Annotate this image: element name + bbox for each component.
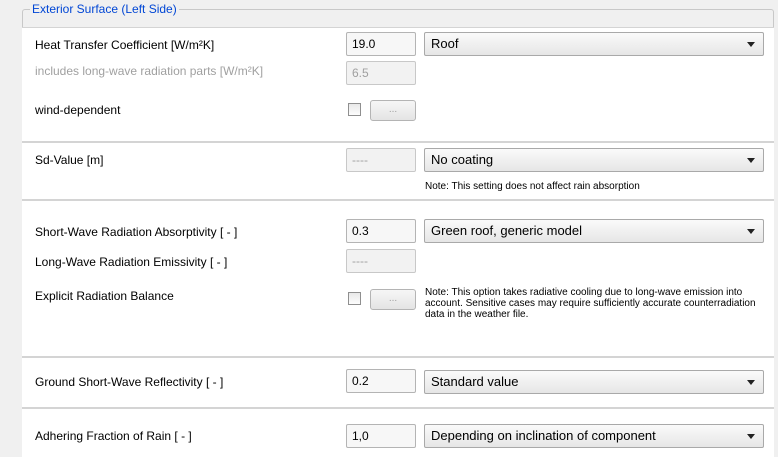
explicit-radiation-label: Explicit Radiation Balance [35,289,174,303]
adhering-rain-label: Adhering Fraction of Rain [ - ] [35,429,192,443]
wind-dependent-browse-button[interactable]: ... [370,100,416,121]
sd-value-note: Note: This setting does not affect rain … [425,181,640,192]
coating-preset-value: No coating [431,152,494,167]
heat-transfer-preset-dropdown[interactable]: Roof [424,32,764,56]
heat-transfer-value[interactable]: 19.0 [346,32,416,56]
heat-transfer-preset-value: Roof [431,36,459,51]
longwave-parts-value: 6.5 [346,61,416,85]
absorptivity-preset-dropdown[interactable]: Green roof, generic model [424,219,764,243]
longwave-parts-label: includes long-wave radiation parts [W/m²… [35,64,264,78]
explicit-radiation-browse-button[interactable]: ... [370,289,416,310]
wind-dependent-checkbox[interactable] [348,103,361,116]
rain-preset-dropdown[interactable]: Depending on inclination of component [424,424,764,448]
sd-value-label: Sd-Value [m] [35,153,104,167]
ground-reflectivity-value[interactable]: 0.2 [346,369,416,393]
rain-panel: Adhering Fraction of Rain [ - ] 1,0 Depe… [22,408,774,457]
radiation-panel: Short-Wave Radiation Absorptivity [ - ] … [22,200,774,357]
absorptivity-preset-value: Green roof, generic model [431,223,583,238]
heat-transfer-label: Heat Transfer Coefficient [W/m²K] [35,38,215,52]
reflectivity-preset-value: Standard value [431,374,519,389]
ground-reflectivity-label: Ground Short-Wave Reflectivity [ - ] [35,375,224,389]
shortwave-absorptivity-label: Short-Wave Radiation Absorptivity [ - ] [35,225,238,239]
sd-value-panel: Sd-Value [m] ---- No coating Note: This … [22,142,774,200]
chevron-down-icon [747,42,755,47]
reflectivity-preset-dropdown[interactable]: Standard value [424,370,764,394]
group-title: Exterior Surface (Left Side) [30,2,179,16]
heat-transfer-panel: Heat Transfer Coefficient [W/m²K] 19.0 R… [22,27,774,142]
explicit-radiation-checkbox[interactable] [348,292,361,305]
ground-reflectivity-panel: Ground Short-Wave Reflectivity [ - ] 0.2… [22,357,774,408]
chevron-down-icon [747,434,755,439]
chevron-down-icon [747,158,755,163]
coating-preset-dropdown[interactable]: No coating [424,148,764,172]
wind-dependent-label: wind-dependent [35,103,121,117]
sd-value-value: ---- [346,148,416,172]
chevron-down-icon [747,380,755,385]
longwave-emissivity-value: ---- [346,249,416,273]
longwave-emissivity-label: Long-Wave Radiation Emissivity [ - ] [35,255,228,269]
chevron-down-icon [747,229,755,234]
shortwave-absorptivity-value[interactable]: 0.3 [346,219,416,243]
adhering-rain-value[interactable]: 1,0 [346,424,416,448]
explicit-radiation-note: Note: This option takes radiative coolin… [425,287,756,320]
rain-preset-value: Depending on inclination of component [431,428,656,443]
